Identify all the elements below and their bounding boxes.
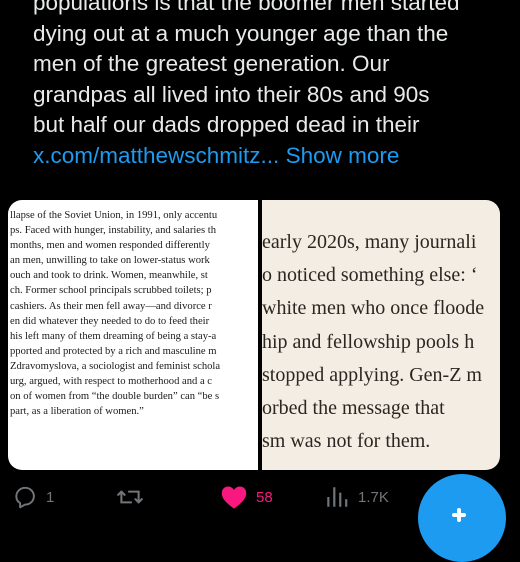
tweet-line: populations is that the boomer men start… — [33, 0, 460, 15]
repost-button[interactable] — [116, 482, 152, 512]
tweet-line: grandpas all lived into their 80s and 90… — [33, 81, 430, 107]
book-text-line: his left many of them dreaming of being … — [10, 330, 217, 342]
reply-count: 1 — [46, 488, 55, 506]
book-text-line: white men who once floode — [262, 297, 485, 320]
book-text-line: pported and protected by a rich and masc… — [10, 345, 217, 357]
book-page-text: llapse of the Soviet Union, in 1991, onl… — [10, 208, 258, 419]
media-grid: llapse of the Soviet Union, in 1991, onl… — [8, 200, 500, 470]
book-page-image-right[interactable]: early 2020s, many journali o noticed some… — [262, 200, 500, 470]
like-icon — [221, 486, 247, 509]
book-text-line: cashiers. As their men fell away—and div… — [10, 300, 212, 312]
book-text-line: an men, unwilling to take on lower-statu… — [10, 255, 210, 267]
book-text-line: hip and fellowship pools h — [262, 330, 475, 353]
book-text-line: ouch and took to drink. Women, meanwhile… — [10, 270, 208, 282]
tweet-link-line: x.com/matthewschmitz... Show more — [33, 141, 503, 172]
like-button[interactable]: 58 — [220, 482, 273, 512]
show-more-link[interactable]: Show more — [286, 143, 400, 168]
like-count: 58 — [256, 488, 273, 506]
tweet-line: men of the greatest generation. Our — [33, 51, 390, 76]
views-button[interactable]: 1.7K — [324, 482, 389, 512]
book-text-line: on of women from “the double burden” can… — [10, 391, 220, 403]
book-page-text: early 2020s, many journali o noticed some… — [262, 226, 500, 458]
book-text-line: early 2020s, many journali — [262, 231, 477, 253]
book-text-line: urg, argued, with respect to motherhood … — [10, 376, 213, 388]
tweet-link[interactable]: x.com/matthewschmitz... — [33, 143, 279, 168]
book-text-line: ps. Faced with hunger, instability, and … — [10, 225, 217, 237]
views-count: 1.7K — [358, 488, 389, 506]
repost-icon — [117, 490, 143, 504]
views-icon — [327, 487, 348, 507]
book-text-line: ch. Former school principals scrubbed to… — [10, 285, 212, 297]
book-text-line: o noticed something else: ‘ — [262, 264, 478, 287]
tweet-line: but half our dads dropped dead in their — [33, 112, 420, 137]
book-text-line: months, men and women responded differen… — [10, 240, 210, 252]
book-page-image-left[interactable]: llapse of the Soviet Union, in 1991, onl… — [8, 200, 258, 470]
book-text-line: sm was not for them. — [262, 430, 431, 453]
tweet-body: populations is that the boomer men start… — [33, 0, 503, 171]
book-text-line: part, as a liberation of women.” — [10, 406, 144, 418]
book-text-line: llapse of the Soviet Union, in 1991, onl… — [10, 210, 218, 221]
book-text-line: Zdravomyslova, a sociologist and feminis… — [10, 360, 221, 372]
tweet-line: dying out at a much younger age than the — [33, 20, 449, 46]
compose-button[interactable] — [418, 474, 506, 562]
book-text-line: en did whatever they needed to do to fee… — [10, 315, 210, 327]
book-text-line: orbed the message that — [262, 397, 445, 420]
reply-button[interactable]: 1 — [12, 482, 54, 512]
book-text-line: stopped applying. Gen-Z m — [262, 363, 482, 386]
reply-icon — [15, 486, 35, 509]
